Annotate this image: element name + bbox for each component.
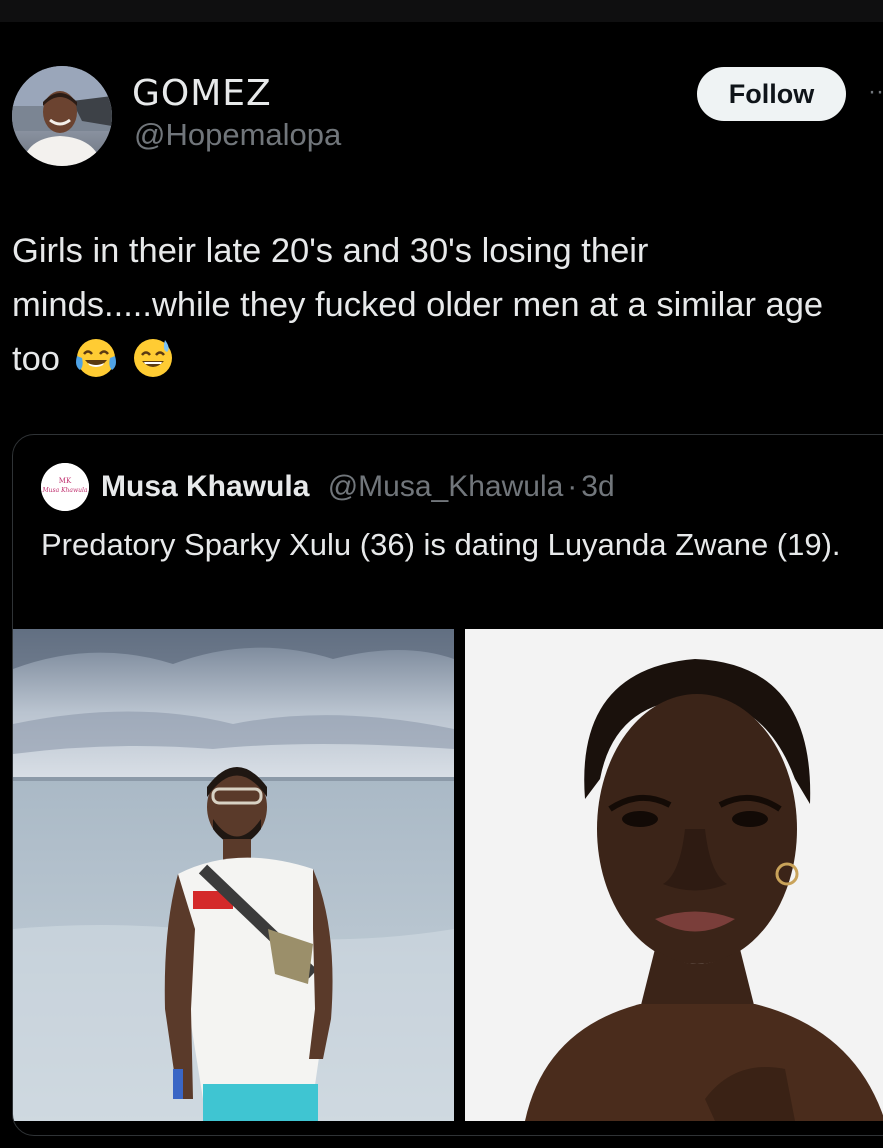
quoted-separator: · [567, 470, 578, 503]
portrait-photo [465, 629, 883, 1121]
beach-photo [13, 629, 454, 1121]
face-with-tears-of-joy-icon [75, 339, 116, 377]
quoted-author-avatar[interactable]: MK Musa Khawula [41, 463, 89, 511]
svg-text:Musa Khawula: Musa Khawula [42, 487, 88, 494]
media-photo-man-beach[interactable] [13, 629, 454, 1121]
follow-button[interactable]: Follow [697, 67, 846, 121]
quoted-timestamp[interactable]: 3d [581, 470, 614, 503]
quoted-tweet-text: Predatory Sparky Xulu (36) is dating Luy… [41, 527, 841, 562]
top-status-strip [0, 0, 883, 22]
author-display-name[interactable]: GOMEZ [132, 74, 272, 114]
svg-text:MK: MK [59, 477, 72, 485]
avatar-photo [12, 66, 112, 166]
media-photo-woman-portrait[interactable] [465, 629, 883, 1121]
author-avatar[interactable] [12, 66, 112, 166]
quoted-tweet-header: Musa Khawula @Musa_Khawula · 3d [101, 469, 615, 505]
quoted-media-grid [13, 629, 883, 1121]
quoted-author-name[interactable]: Musa Khawula [101, 470, 309, 503]
tweet-body: Girls in their late 20's and 30's losing… [12, 224, 872, 386]
grinning-face-with-sweat-icon [134, 339, 173, 377]
author-handle[interactable]: @Hopemalopa [134, 116, 341, 154]
quoted-tweet-card[interactable]: MK Musa Khawula Musa Khawula @Musa_Khawu… [12, 434, 883, 1136]
quoted-avatar-logo: MK Musa Khawula [41, 463, 89, 511]
more-dots-icon[interactable]: ·· [868, 80, 883, 104]
quoted-author-handle[interactable]: @Musa_Khawula [328, 470, 564, 503]
